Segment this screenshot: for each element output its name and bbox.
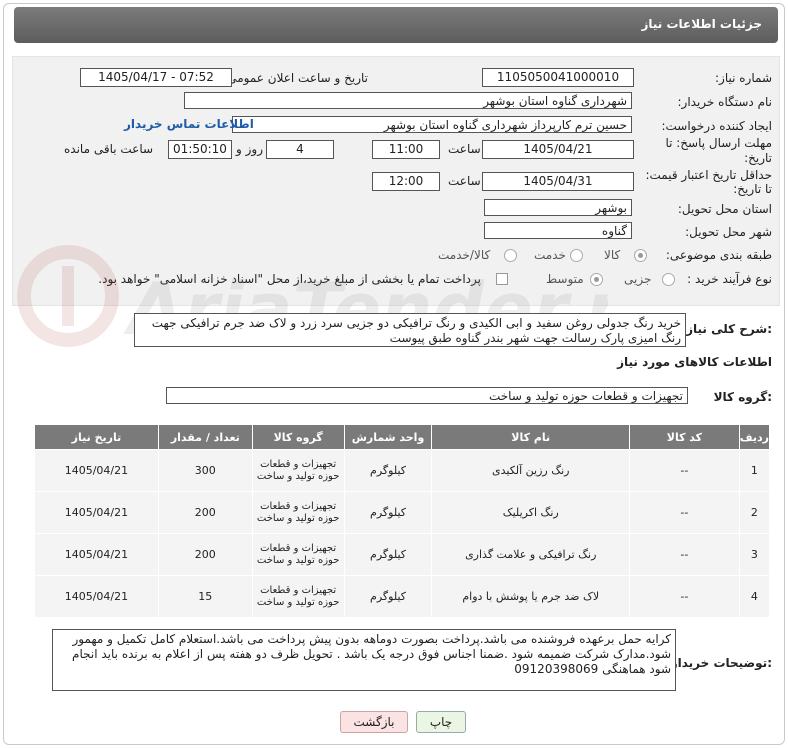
col-unit: واحد شمارش	[343, 424, 433, 450]
category-radio-service[interactable]	[570, 249, 583, 262]
treasury-payment-note: پرداخت تمام یا بخشی از مبلغ خرید،از محل …	[98, 272, 481, 286]
cell-row: 4	[738, 575, 771, 618]
table-header-row: ردیف کد کالا نام کالا واحد شمارش گروه کا…	[34, 424, 771, 450]
buyer-org-label: نام دستگاه خریدار:	[677, 95, 773, 109]
buyer-notes-text: کرایه حمل برعهده فروشنده می باشد.پرداخت …	[52, 629, 676, 691]
cell-date: 1405/04/21	[34, 575, 159, 618]
table-row: 3 -- رنگ ترافیکی و علامت گذاری کیلوگرم ت…	[34, 533, 771, 576]
cell-name: لاک ضد جرم یا پوشش با دوام	[431, 575, 631, 618]
page-title: جزئیات اطلاعات نیاز	[641, 17, 762, 31]
cell-row: 2	[738, 491, 771, 534]
city-field: گناوه	[484, 222, 632, 239]
deadline-label-2: تاریخ:	[744, 151, 772, 165]
goods-group-label: گروه کالا:	[713, 390, 772, 404]
back-button[interactable]: بازگشت	[340, 711, 408, 733]
announce-field: 1405/04/17 - 07:52	[80, 68, 232, 87]
col-code: کد کالا	[629, 424, 740, 450]
cell-group: تجهیزات و قطعات حوزه تولید و ساخت	[251, 449, 345, 492]
col-qty: تعداد / مقدار	[157, 424, 253, 450]
category-option-goods: کالا	[604, 248, 621, 262]
process-label: نوع فرآیند خرید :	[687, 272, 772, 286]
description-text: خرید رنگ جدولی روغن سفید و ابی الکیدی و …	[134, 313, 686, 347]
cell-unit: کیلوگرم	[343, 575, 433, 618]
city-label: شهر محل تحویل:	[685, 225, 772, 239]
deadline-time-field: 11:00	[372, 140, 440, 159]
days-field: 4	[266, 140, 334, 159]
category-label: طبقه بندی موضوعی:	[665, 248, 772, 262]
cell-qty: 200	[157, 533, 253, 576]
province-label: استان محل تحویل:	[677, 202, 772, 216]
deadline-date-field: 1405/04/21	[482, 140, 634, 159]
cell-date: 1405/04/21	[34, 449, 159, 492]
process-option-minor: جزیی	[624, 272, 652, 286]
description-label: شرح کلی نیاز:	[686, 322, 772, 336]
cell-date: 1405/04/21	[34, 491, 159, 534]
cell-group: تجهیزات و قطعات حوزه تولید و ساخت	[251, 491, 345, 534]
remaining-time-field: 01:50:10	[168, 140, 232, 159]
cell-row: 3	[738, 533, 771, 576]
cell-qty: 300	[157, 449, 253, 492]
validity-time-field: 12:00	[372, 172, 440, 191]
need-number-label: شماره نیاز:	[715, 71, 772, 85]
process-radio-medium[interactable]	[590, 273, 603, 286]
category-option-service: خدمت	[534, 248, 566, 262]
col-date: تاریخ نیاز	[34, 424, 159, 450]
cell-row: 1	[738, 449, 771, 492]
cell-name: رنگ اکریلیک	[431, 491, 631, 534]
goods-group-field: تجهیزات و قطعات حوزه تولید و ساخت	[166, 387, 688, 404]
days-label: روز و	[236, 142, 263, 156]
cell-code: --	[629, 575, 740, 618]
cell-qty: 200	[157, 491, 253, 534]
deadline-time-label: ساعت	[448, 142, 481, 156]
remaining-label: ساعت باقی مانده	[64, 142, 154, 156]
goods-section-title: اطلاعات کالاهای مورد نیاز	[617, 355, 772, 369]
cell-date: 1405/04/21	[34, 533, 159, 576]
table-row: 1 -- رنگ رزین آلکیدی کیلوگرم تجهیزات و ق…	[34, 449, 771, 492]
creator-label: ایجاد کننده درخواست:	[661, 119, 772, 133]
cell-unit: کیلوگرم	[343, 533, 433, 576]
category-option-goods-service: کالا/خدمت	[438, 248, 491, 262]
cell-name: رنگ رزین آلکیدی	[431, 449, 631, 492]
category-radio-goods-service[interactable]	[504, 249, 517, 262]
validity-time-label: ساعت	[448, 174, 481, 188]
category-radio-goods[interactable]	[634, 249, 647, 262]
validity-label-2: تا تاریخ:	[733, 182, 772, 196]
announce-label: تاریخ و ساعت اعلان عمومی:	[223, 71, 368, 85]
print-button[interactable]: چاپ	[416, 711, 466, 733]
cell-code: --	[629, 449, 740, 492]
cell-group: تجهیزات و قطعات حوزه تولید و ساخت	[251, 575, 345, 618]
table-row: 2 -- رنگ اکریلیک کیلوگرم تجهیزات و قطعات…	[34, 491, 771, 534]
cell-unit: کیلوگرم	[343, 491, 433, 534]
col-row: ردیف	[738, 424, 771, 450]
process-radio-minor[interactable]	[662, 273, 675, 286]
buyer-org-field: شهرداری گناوه استان بوشهر	[184, 92, 632, 109]
validity-date-field: 1405/04/31	[482, 172, 634, 191]
goods-table: ردیف کد کالا نام کالا واحد شمارش گروه کا…	[34, 424, 771, 618]
buyer-notes-label: توضیحات خریدار:	[670, 656, 772, 670]
validity-label: حداقل تاریخ اعتبار قیمت:	[645, 168, 772, 182]
col-group: گروه کالا	[251, 424, 345, 450]
cell-name: رنگ ترافیکی و علامت گذاری	[431, 533, 631, 576]
cell-qty: 15	[157, 575, 253, 618]
cell-code: --	[629, 491, 740, 534]
table-row: 4 -- لاک ضد جرم یا پوشش با دوام کیلوگرم …	[34, 575, 771, 618]
cell-group: تجهیزات و قطعات حوزه تولید و ساخت	[251, 533, 345, 576]
col-name: نام کالا	[431, 424, 631, 450]
deadline-label: مهلت ارسال پاسخ: تا	[665, 136, 772, 150]
province-field: بوشهر	[484, 199, 632, 216]
creator-field: حسین ترم کارپرداز شهرداری گناوه استان بو…	[232, 116, 632, 133]
cell-unit: کیلوگرم	[343, 449, 433, 492]
cell-code: --	[629, 533, 740, 576]
process-option-medium: متوسط	[546, 272, 584, 286]
treasury-payment-checkbox[interactable]	[496, 273, 508, 285]
contact-info-link[interactable]: اطلاعات تماس خریدار	[124, 117, 254, 131]
header-bar: جزئیات اطلاعات نیاز	[14, 7, 778, 43]
need-number-field: 1105050041000010	[482, 68, 634, 87]
